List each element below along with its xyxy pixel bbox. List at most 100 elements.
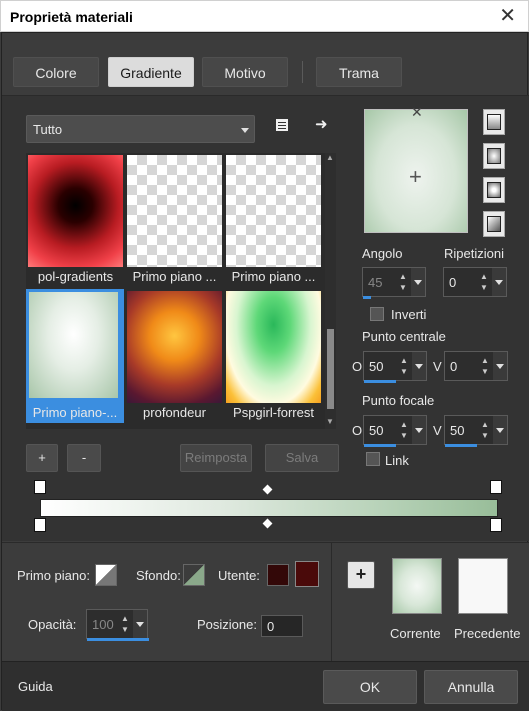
linear-gradient-type-button[interactable] <box>483 109 505 135</box>
foreground-stop-swatch[interactable] <box>95 564 117 586</box>
background-stop-swatch[interactable] <box>183 564 205 586</box>
angle-field[interactable]: 45 ▲ ▼ <box>362 267 426 299</box>
center-h-slider-bar[interactable] <box>364 380 396 383</box>
gallery-scrollbar[interactable]: ▲ ▼ <box>325 153 336 429</box>
spin-arrows-icon[interactable]: ▲ ▼ <box>396 271 410 293</box>
link-checkbox[interactable] <box>366 452 380 466</box>
center-h-label: O <box>352 359 363 374</box>
center-v-field[interactable]: 0 ▲ ▼ <box>444 351 508 381</box>
radial-gradient-type-button[interactable] <box>483 211 505 237</box>
scroll-up-icon[interactable]: ▲ <box>326 153 334 162</box>
chevron-down-icon[interactable] <box>133 610 147 638</box>
repeats-field[interactable]: 0 ▲ ▼ <box>443 267 507 297</box>
scroll-down-icon[interactable]: ▼ <box>326 417 334 426</box>
focal-point-marker-icon[interactable]: ✕ <box>411 104 423 121</box>
chevron-down-icon <box>241 128 249 133</box>
close-icon[interactable]: ✕ <box>499 5 516 27</box>
gradient-editor-bar[interactable] <box>40 499 498 517</box>
angle-value: 45 <box>368 275 383 290</box>
previous-gradient-swatch[interactable] <box>458 558 508 614</box>
cancel-button[interactable]: Annulla <box>424 670 518 704</box>
previous-label: Precedente <box>454 626 521 641</box>
gradient-thumbnail <box>127 155 222 267</box>
user-stop-swatch[interactable] <box>267 564 289 586</box>
chevron-down-icon[interactable] <box>492 268 506 296</box>
gallery-item-label: Pspgirl-forrest <box>233 405 314 420</box>
focal-v-slider-bar[interactable] <box>445 444 477 447</box>
arrow-right-icon[interactable]: ➜ <box>315 115 328 133</box>
reset-button[interactable]: Reimposta <box>180 444 252 472</box>
gradient-thumbnail <box>29 292 118 398</box>
chevron-down-icon[interactable] <box>493 416 507 444</box>
center-h-field[interactable]: 50 ▲ ▼ <box>363 351 427 383</box>
chevron-down-icon[interactable] <box>493 352 507 380</box>
gradient-preview[interactable]: ✕ + <box>364 104 468 233</box>
user-color-swatch[interactable] <box>295 561 319 587</box>
gallery-item-label: Primo piano ... <box>132 269 217 284</box>
gallery-item-selected[interactable]: Primo piano-... <box>26 289 124 423</box>
background-label: Sfondo: <box>136 568 181 583</box>
dialog-body: Colore Gradiente Motivo Trama Tutto ➜ po… <box>1 32 529 711</box>
repeats-label: Ripetizioni <box>444 246 504 261</box>
current-label: Corrente <box>390 626 441 641</box>
color-stop-right[interactable] <box>490 518 502 532</box>
focal-h-field[interactable]: 50 ▲ ▼ <box>363 415 427 447</box>
ok-button[interactable]: OK <box>323 670 417 704</box>
focal-h-label: O <box>352 423 363 438</box>
spin-arrows-icon[interactable]: ▲ ▼ <box>397 419 411 441</box>
focal-v-field[interactable]: 50 ▲ ▼ <box>444 415 508 447</box>
gallery-item[interactable]: profondeur <box>127 291 222 421</box>
focal-v-value: 50 <box>450 423 465 438</box>
add-swatch-button[interactable]: + <box>347 561 375 589</box>
opacity-stop-right[interactable] <box>490 480 502 494</box>
chevron-down-icon[interactable] <box>412 416 426 444</box>
title-bar: Proprietà materiali ✕ <box>0 0 529 32</box>
position-value: 0 <box>267 619 275 634</box>
focal-h-slider-bar[interactable] <box>364 444 396 447</box>
gallery-item[interactable]: Pspgirl-forrest <box>226 291 321 421</box>
tab-colore[interactable]: Colore <box>13 57 99 87</box>
opacity-stop-left[interactable] <box>34 480 46 494</box>
window-title: Proprietà materiali <box>10 9 133 25</box>
gallery-item[interactable]: Primo piano ... <box>226 155 321 285</box>
browse-icon[interactable] <box>274 117 290 137</box>
focal-point-label: Punto focale <box>362 393 435 408</box>
spin-arrows-icon[interactable]: ▲ ▼ <box>397 355 411 377</box>
angle-slider-bar[interactable] <box>363 296 371 299</box>
remove-gradient-button[interactable]: - <box>67 444 101 472</box>
add-gradient-button[interactable]: + <box>26 444 58 472</box>
gallery-item[interactable]: pol-gradients <box>28 155 123 285</box>
radial-gradient-icon <box>487 216 501 232</box>
rectangular-gradient-icon <box>487 148 501 164</box>
color-stop-left[interactable] <box>34 518 46 532</box>
dialog-footer: Guida OK Annulla <box>2 661 529 711</box>
sunburst-gradient-type-button[interactable] <box>483 177 505 203</box>
spin-arrows-icon[interactable]: ▲ ▼ <box>118 613 132 635</box>
category-dropdown[interactable]: Tutto <box>26 115 255 143</box>
help-link[interactable]: Guida <box>18 679 53 694</box>
center-h-value: 50 <box>369 359 384 374</box>
linear-gradient-icon <box>487 114 501 130</box>
tab-trama[interactable]: Trama <box>316 57 402 87</box>
spin-arrows-icon[interactable]: ▲ ▼ <box>478 355 492 377</box>
opacity-field[interactable]: 100 ▲ ▼ <box>86 609 149 641</box>
tab-motivo[interactable]: Motivo <box>202 57 288 87</box>
tab-gradiente[interactable]: Gradiente <box>108 57 194 87</box>
gallery-item[interactable]: Primo piano ... <box>127 155 222 285</box>
chevron-down-icon[interactable] <box>411 268 425 296</box>
chevron-down-icon[interactable] <box>412 352 426 380</box>
opacity-slider-bar[interactable] <box>87 638 149 641</box>
spin-arrows-icon[interactable]: ▲ ▼ <box>477 271 491 293</box>
center-v-label: V <box>433 359 442 374</box>
opacity-value: 100 <box>92 617 114 632</box>
spin-arrows-icon[interactable]: ▲ ▼ <box>478 419 492 441</box>
center-point-marker-icon[interactable]: + <box>409 164 422 190</box>
position-label: Posizione: <box>197 617 257 632</box>
save-button[interactable]: Salva <box>265 444 339 472</box>
scrollbar-thumb[interactable] <box>327 329 334 409</box>
tab-separator <box>302 61 303 83</box>
gradient-thumbnail <box>226 155 321 267</box>
position-field[interactable]: 0 <box>261 615 303 637</box>
rectangular-gradient-type-button[interactable] <box>483 143 505 169</box>
invert-checkbox[interactable] <box>370 307 384 321</box>
